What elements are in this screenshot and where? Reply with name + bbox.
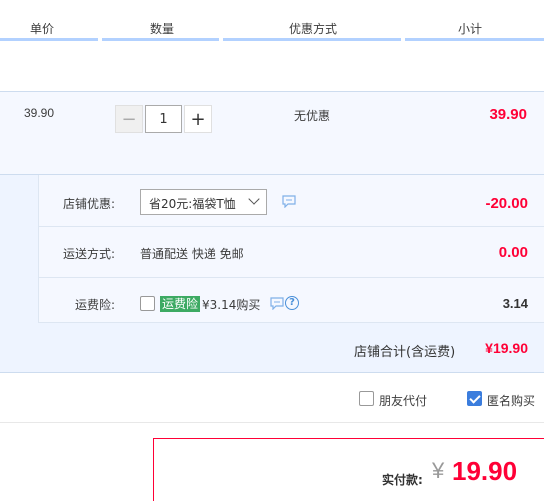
order-item-row: 39.90 − 1 + 无优惠 39.90 xyxy=(0,91,544,175)
coupon-label: 店铺优惠: xyxy=(62,197,115,211)
shipping-label: 运送方式: xyxy=(62,247,115,261)
chat-icon[interactable] xyxy=(270,297,284,310)
divider xyxy=(0,422,544,423)
header-unit-price: 单价 xyxy=(30,22,55,36)
coupon-select-value: 省20元:福袋T恤 xyxy=(149,197,236,211)
increase-quantity-button[interactable]: + xyxy=(184,105,212,133)
help-icon[interactable]: ? xyxy=(285,296,299,310)
chevron-down-icon xyxy=(248,193,260,205)
anonymous-purchase-checkbox[interactable] xyxy=(467,391,482,406)
payment-currency: ¥ xyxy=(432,458,445,483)
insurance-label: 运费险: xyxy=(74,298,115,312)
friend-pay-label[interactable]: 朋友代付 xyxy=(379,392,427,409)
anonymous-purchase-label[interactable]: 匿名购买 xyxy=(487,392,535,409)
insurance-badge: 运费险 xyxy=(160,296,201,312)
shop-total-amount: ¥19.90 xyxy=(485,340,528,356)
decrease-quantity-button[interactable]: − xyxy=(115,105,143,133)
item-discount: 无优惠 xyxy=(294,109,331,123)
shipping-amount: 0.00 xyxy=(498,244,528,261)
header-underline xyxy=(405,38,544,41)
chat-icon[interactable] xyxy=(282,195,296,208)
shipping-method: 普通配送 快递 免邮 xyxy=(140,247,244,261)
insurance-amount: 3.14 xyxy=(502,296,528,311)
header-discount: 优惠方式 xyxy=(289,22,338,36)
quantity-stepper: − 1 + xyxy=(115,105,212,133)
header-underline xyxy=(223,38,401,41)
table-header: 单价 数量 优惠方式 小计 xyxy=(0,0,544,42)
shop-total-label: 店铺合计(含运费) xyxy=(354,345,456,360)
header-underline xyxy=(0,38,98,41)
item-subtotal: 39.90 xyxy=(489,106,527,123)
coupon-select[interactable]: 省20元:福袋T恤 xyxy=(140,189,267,215)
insurance-price: ¥3.14购买 xyxy=(202,298,261,312)
unit-price: 39.90 xyxy=(24,106,55,120)
insurance-checkbox[interactable] xyxy=(140,296,155,311)
header-subtotal: 小计 xyxy=(458,22,483,36)
friend-pay-checkbox[interactable] xyxy=(359,391,374,406)
payment-label: 实付款: xyxy=(382,473,423,487)
quantity-input[interactable]: 1 xyxy=(145,105,182,133)
header-underline xyxy=(102,38,219,41)
coupon-amount: -20.00 xyxy=(485,195,528,212)
header-quantity: 数量 xyxy=(150,22,175,36)
payment-amount: 19.90 xyxy=(452,456,518,486)
